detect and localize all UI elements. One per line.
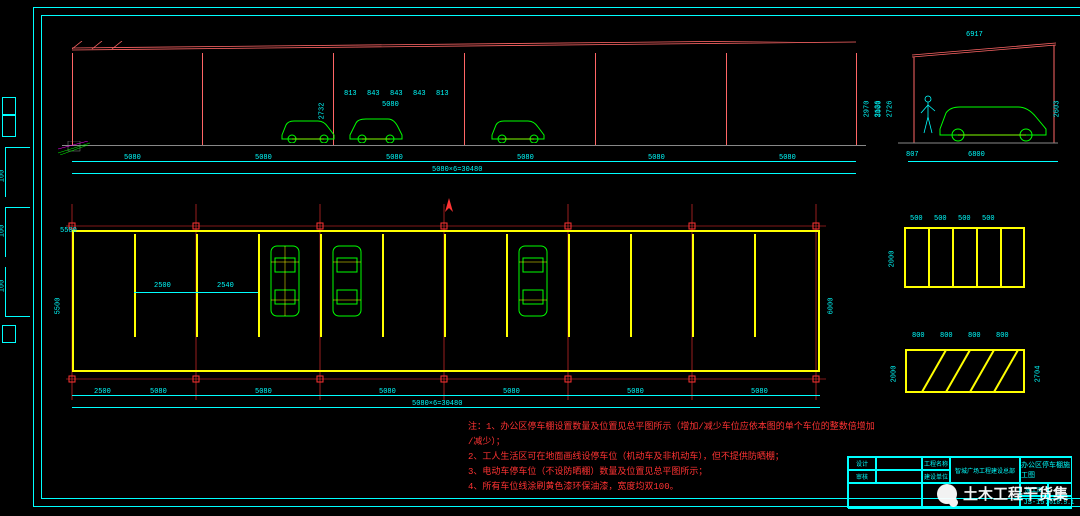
- dim-b: 5080: [627, 388, 644, 396]
- dim-b: 5080: [150, 388, 167, 396]
- dim-bay: 5080: [648, 154, 665, 162]
- tb-name: 办公区停车棚施工图: [1020, 457, 1072, 483]
- dim: 2704: [1035, 366, 1043, 383]
- dim-total: 5080×6=30480: [412, 400, 462, 408]
- tb-proj: 智城广场工程建设总部: [950, 457, 1020, 483]
- dim: 800: [996, 332, 1009, 340]
- dim-bay: 5080: [386, 154, 403, 162]
- dim: 2000: [888, 251, 896, 268]
- scale-label: 100: [0, 225, 6, 238]
- watermark: 土木工程干货集: [937, 483, 1068, 504]
- dim-col: 807: [906, 151, 919, 159]
- dim-b: 5080: [751, 388, 768, 396]
- dim-overall: 6000: [828, 298, 836, 315]
- note-2: 2、工人生活区可在地面画线设停车位（机动车及非机动车），但不提供防晒棚；: [468, 450, 848, 465]
- dim-height: 2732: [318, 103, 326, 120]
- front-elevation: 813 843 843 843 813 5080 2732 5080 5080 …: [72, 35, 856, 150]
- dim: 2000: [890, 366, 898, 383]
- note-1: 注：1、办公区停车棚设置数量及位置见总平图所示（增加/减少车位应依本图的单个车位…: [468, 420, 848, 435]
- dim-inner: 843: [367, 90, 380, 98]
- foundation-hatch: [58, 141, 90, 155]
- dim-bay: 5080: [255, 154, 272, 162]
- dim-h: 2603: [1054, 101, 1062, 118]
- dim-depth: 5500: [54, 298, 62, 315]
- car-plan: [269, 242, 301, 320]
- dim: 500: [934, 215, 947, 223]
- dim-b: 2500: [94, 388, 111, 396]
- note-4: 4、所有车位线涂刷黄色漆环保油漆，宽度均双100。: [468, 480, 848, 495]
- tb-label: 设计: [848, 457, 876, 470]
- angled-parking-plan: 800 800 800 800 2000 2704: [892, 340, 1037, 400]
- dim-inner: 813: [344, 90, 357, 98]
- dim: 800: [968, 332, 981, 340]
- roof-truss: [72, 41, 856, 51]
- dim-bay: 5080: [779, 154, 796, 162]
- north-arrow: [437, 198, 461, 218]
- dim-roof-w: 6917: [966, 31, 983, 39]
- scale-label: 100: [0, 170, 6, 183]
- scale-label: 100: [0, 280, 6, 293]
- dim: 500: [910, 215, 923, 223]
- dim-width: 6800: [968, 151, 985, 159]
- tb-label: 建设单位: [922, 470, 950, 483]
- watermark-text: 土木工程干货集: [963, 483, 1068, 504]
- dim-inner: 843: [390, 90, 403, 98]
- tb-label: 工程名称: [922, 457, 950, 470]
- dim-b: 5080: [503, 388, 520, 396]
- dim-h: 2126: [874, 101, 882, 118]
- dim: 500: [982, 215, 995, 223]
- dim-inner: 843: [413, 90, 426, 98]
- dim-inner-total: 5080: [382, 101, 399, 109]
- dim-inner: 813: [436, 90, 449, 98]
- dim-b: 5080: [379, 388, 396, 396]
- notes-block: 注：1、办公区停车棚设置数量及位置见总平图所示（增加/减少车位应依本图的单个车位…: [468, 420, 848, 495]
- note-1b: /减少）；: [468, 435, 848, 450]
- dim-b: 5080: [255, 388, 272, 396]
- dim-total: 5080×6=30480: [432, 166, 482, 174]
- dim-lot: 2540: [217, 282, 234, 290]
- dim-h: 2970: [864, 101, 872, 118]
- side-elevation: 6917 6800 807 2126 2726 2603: [888, 35, 1058, 150]
- car-side: [348, 115, 404, 143]
- car-plan: [517, 242, 549, 320]
- dim-h: 2726: [886, 101, 894, 118]
- wechat-icon: [937, 484, 957, 504]
- dim: 800: [912, 332, 925, 340]
- dim: 800: [940, 332, 953, 340]
- tb-label: 审核: [848, 470, 876, 483]
- dim-lot: 2500: [154, 282, 171, 290]
- car-side: [280, 115, 336, 143]
- dim: 500: [958, 215, 971, 223]
- side-scale: 100 100 100: [0, 7, 30, 507]
- dim-margin: 5500: [60, 227, 77, 235]
- bike-parking-plan: 500 500 500 500 2000: [892, 215, 1037, 300]
- car-plan: [331, 242, 363, 320]
- car-side: [490, 115, 546, 143]
- note-3: 3、电动车停车位（不设防晒棚）数量及位置见总平图所示；: [468, 465, 848, 480]
- dim-bay: 5080: [517, 154, 534, 162]
- dim-bay: 5080: [124, 154, 141, 162]
- plan-view: 2500 2540 2500 5080 5080 5080 5080 5080 …: [72, 212, 820, 390]
